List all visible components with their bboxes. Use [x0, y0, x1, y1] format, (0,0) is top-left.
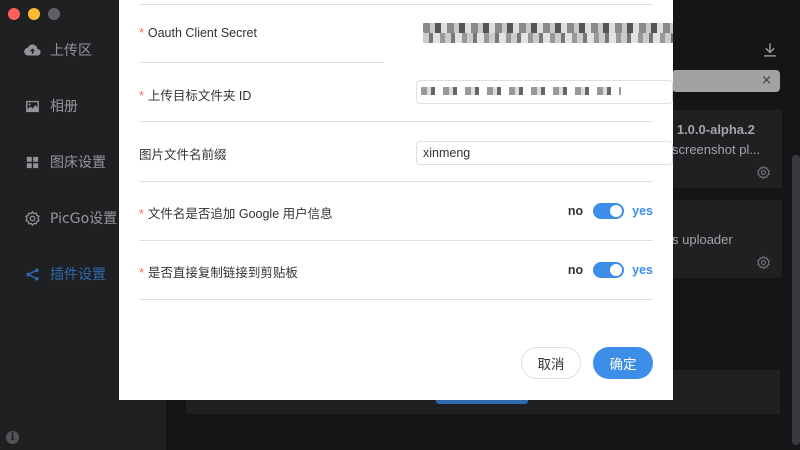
append-user-info-toggle[interactable]: no yes	[568, 203, 653, 219]
folder-id-input[interactable]	[416, 80, 673, 104]
divider	[139, 4, 653, 5]
toggle-switch[interactable]	[593, 262, 625, 278]
toggle-off-text: no	[567, 263, 584, 277]
oauth-secret-input[interactable]	[416, 19, 673, 49]
divider	[139, 240, 653, 241]
divider	[139, 121, 653, 122]
minimize-window-button[interactable]	[28, 8, 40, 20]
divider	[139, 181, 653, 182]
plugin-config-dialog: * Oauth Client Secret * 上传目标文件夹 ID 图片文件名前缀…	[119, 0, 673, 400]
window-controls	[8, 8, 60, 20]
field-label: 图片文件名前缀	[139, 148, 227, 162]
cancel-button[interactable]: 取消	[521, 347, 581, 379]
field-label: * Oauth Client Secret	[139, 26, 257, 40]
toggle-off-text: no	[567, 204, 584, 218]
toggle-on-text: yes	[632, 263, 653, 277]
toggle-switch[interactable]	[593, 203, 625, 219]
copy-link-toggle[interactable]: no yes	[568, 262, 653, 278]
maximize-window-button[interactable]	[48, 8, 60, 20]
toggle-on-text: yes	[632, 204, 653, 218]
field-label: * 是否直接复制链接到剪贴板	[139, 266, 298, 280]
divider	[139, 62, 384, 63]
divider	[139, 299, 653, 300]
field-label: * 文件名是否追加 Google 用户信息	[139, 207, 333, 221]
field-label: * 上传目标文件夹 ID	[139, 89, 252, 103]
close-window-button[interactable]	[8, 8, 20, 20]
filename-prefix-input[interactable]: xinmeng	[416, 141, 673, 165]
confirm-button[interactable]: 确定	[593, 347, 653, 379]
